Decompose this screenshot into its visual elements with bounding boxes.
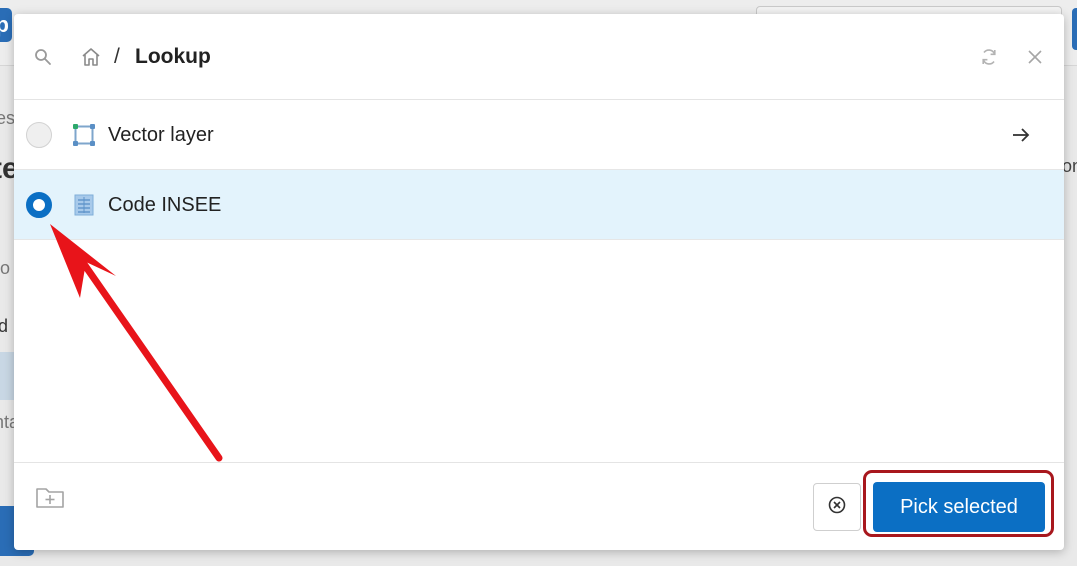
background-side-highlight [0, 352, 14, 400]
dialog-footer: Pick selected [14, 462, 1064, 550]
folder-plus-icon[interactable] [34, 483, 66, 511]
background-fragment: es [0, 108, 16, 128]
vector-layer-icon [72, 123, 96, 147]
list-item[interactable]: Vector layer [14, 100, 1064, 170]
close-icon[interactable] [1022, 44, 1048, 70]
list-item[interactable]: Code INSEE [14, 170, 1064, 240]
resource-list: Vector layer Code INSEE [14, 100, 1064, 240]
refresh-icon[interactable] [976, 44, 1002, 70]
background-logo: p [0, 8, 12, 42]
breadcrumb-current: Lookup [135, 45, 211, 68]
background-fragment: ro [0, 258, 11, 278]
clear-selection-icon [827, 495, 847, 520]
table-icon [72, 193, 96, 217]
arrow-right-icon[interactable] [1008, 122, 1034, 148]
background-header-button [1072, 8, 1077, 50]
breadcrumb-separator: / [114, 45, 120, 68]
list-item-label: Code INSEE [108, 194, 222, 216]
search-icon[interactable] [30, 44, 56, 70]
list-item-label: Vector layer [108, 124, 214, 146]
home-icon[interactable] [78, 44, 104, 70]
pick-selected-button[interactable]: Pick selected [873, 482, 1045, 532]
clear-selection-button[interactable] [813, 483, 861, 531]
lookup-dialog: / Lookup Vector layer Code INSEE Pick se… [14, 14, 1064, 550]
radio-button[interactable] [26, 192, 52, 218]
background-fragment: d [0, 316, 9, 336]
background-fragment: on [1062, 156, 1077, 176]
radio-button[interactable] [26, 122, 52, 148]
dialog-header: / Lookup [14, 14, 1064, 100]
